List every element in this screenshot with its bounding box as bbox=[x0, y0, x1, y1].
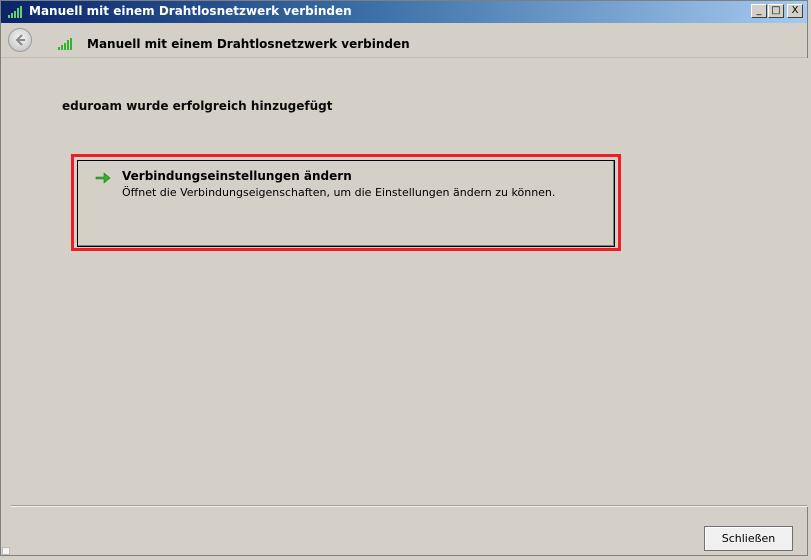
green-arrow-icon bbox=[95, 172, 111, 184]
maximize-button[interactable]: □ bbox=[768, 4, 784, 18]
back-arrow-icon bbox=[15, 34, 25, 46]
option-title: Verbindungseinstellungen ändern bbox=[122, 169, 352, 183]
content-area: eduroam wurde erfolgreich hinzugefügt Ve… bbox=[11, 58, 809, 507]
close-button[interactable]: Schließen bbox=[704, 526, 793, 551]
minimize-button[interactable]: _ bbox=[751, 4, 767, 18]
dialog-window: Manuell mit einem Drahtlosnetzwerk verbi… bbox=[0, 0, 809, 556]
close-window-button[interactable]: X bbox=[787, 4, 803, 18]
page-title: Manuell mit einem Drahtlosnetzwerk verbi… bbox=[87, 37, 410, 51]
success-heading: eduroam wurde erfolgreich hinzugefügt bbox=[62, 99, 333, 113]
title-bar[interactable]: Manuell mit einem Drahtlosnetzwerk verbi… bbox=[1, 1, 807, 23]
navigation-bar: Manuell mit einem Drahtlosnetzwerk verbi… bbox=[1, 23, 807, 58]
wireless-signal-icon bbox=[8, 6, 22, 18]
resize-grip[interactable] bbox=[2, 547, 10, 555]
back-button[interactable] bbox=[8, 28, 32, 52]
footer-divider-highlight bbox=[11, 506, 807, 507]
highlight-frame: Verbindungseinstellungen ändern Öffnet d… bbox=[71, 154, 621, 251]
wireless-signal-icon bbox=[58, 38, 72, 50]
window-title: Manuell mit einem Drahtlosnetzwerk verbi… bbox=[29, 4, 352, 18]
option-description: Öffnet die Verbindungseigenschaften, um … bbox=[122, 186, 556, 199]
change-settings-option[interactable]: Verbindungseinstellungen ändern Öffnet d… bbox=[77, 160, 615, 247]
